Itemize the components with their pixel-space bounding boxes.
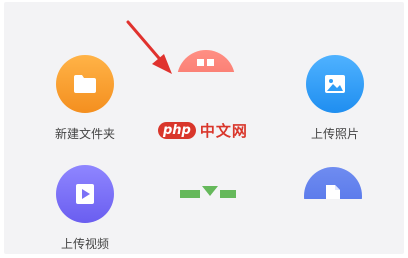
image-icon [325,75,345,93]
partial-top-button[interactable] [177,50,235,72]
upload-photo-label: 上传照片 [310,127,359,141]
watermark-badge: php [158,121,196,139]
folder-icon [74,75,96,93]
scan-icon [197,59,214,66]
upload-photo-button[interactable] [306,55,364,113]
watermark-text: 中文网 [199,121,248,140]
play-icon [76,184,94,204]
watermark-logo: php 中文网 [158,118,248,142]
partial-tile-top[interactable] [177,50,235,72]
new-folder-tile[interactable]: 新建文件夹 [53,55,117,142]
new-folder-button[interactable] [56,55,114,113]
document-icon [326,185,340,199]
upload-video-tile[interactable]: 上传视频 [53,165,117,252]
partial-doc-tile[interactable] [304,167,362,199]
upload-photo-tile[interactable]: 上传照片 [303,55,367,142]
upload-video-button[interactable] [56,165,114,223]
upload-video-label: 上传视频 [60,237,109,251]
partial-doc-button[interactable] [304,167,362,199]
new-folder-label: 新建文件夹 [54,127,115,141]
partial-green-icon [180,186,236,198]
